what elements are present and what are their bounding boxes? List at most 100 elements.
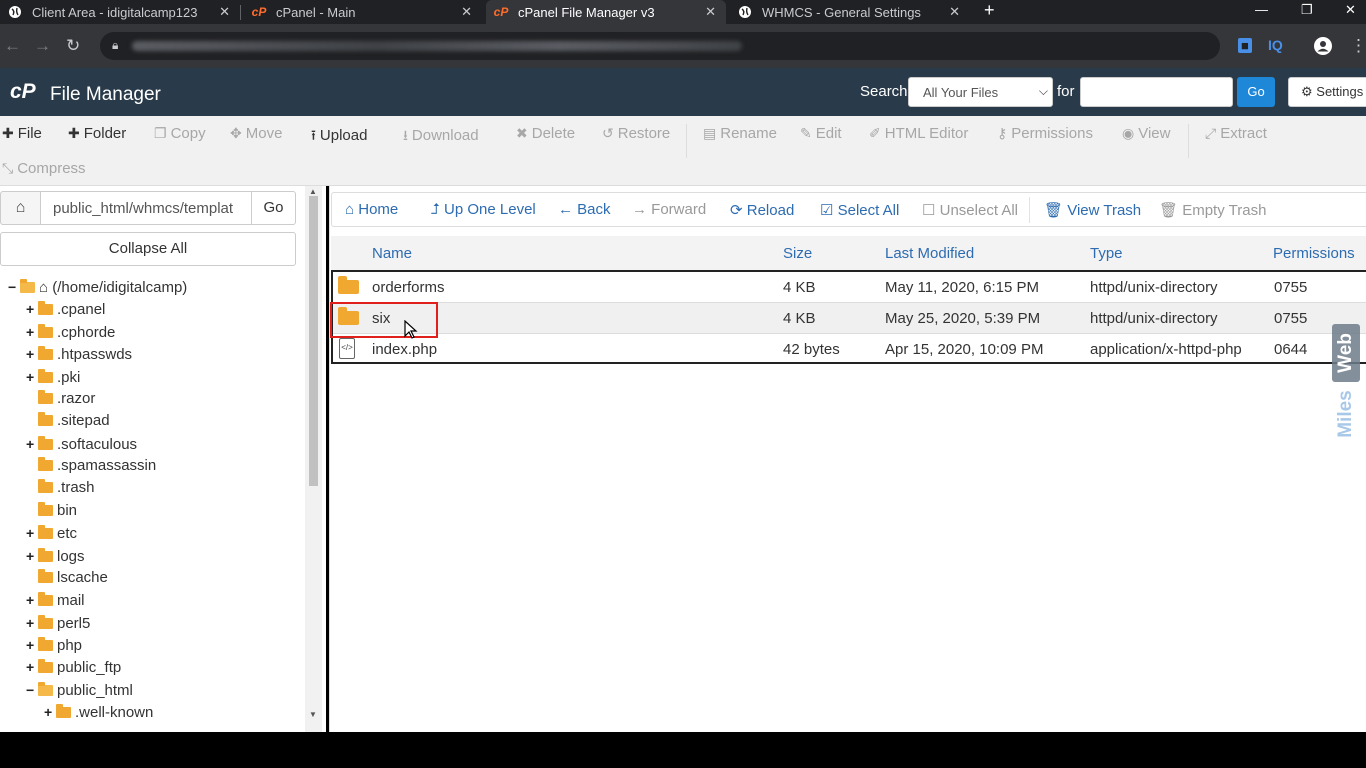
- search-go-button[interactable]: Go: [1237, 77, 1275, 107]
- expand-icon[interactable]: +: [26, 344, 38, 364]
- forward-arrow-icon[interactable]: →: [34, 36, 51, 56]
- close-icon[interactable]: ✕: [949, 4, 960, 20]
- tree-item-sitepad[interactable]: .sitepad: [26, 411, 110, 431]
- collapse-icon[interactable]: −: [8, 277, 20, 297]
- view-trash-button[interactable]: 🗑︎ View Trash: [1044, 201, 1141, 219]
- expand-icon[interactable]: +: [26, 322, 38, 342]
- tree-item-public-ftp[interactable]: + public_ftp: [26, 657, 121, 677]
- compress-button[interactable]: ⤡ Compress: [2, 160, 86, 177]
- tree-item-php[interactable]: + php: [26, 635, 82, 655]
- scroll-thumb[interactable]: [309, 196, 318, 486]
- tree-item-razor[interactable]: .razor: [26, 389, 95, 409]
- expand-icon[interactable]: +: [26, 635, 38, 655]
- address-bar[interactable]: 🔒︎: [100, 32, 1220, 60]
- permissions-button[interactable]: ⚷ Permissions: [997, 125, 1093, 142]
- path-input[interactable]: public_html/whmcs/templat: [40, 191, 252, 225]
- expand-icon[interactable]: +: [26, 299, 38, 319]
- upload-button[interactable]: ⭱ Upload: [311, 125, 367, 149]
- close-icon[interactable]: ✕: [705, 4, 716, 20]
- column-header-type[interactable]: Type: [1090, 245, 1123, 262]
- edit-button[interactable]: ✎ Edit: [800, 125, 842, 142]
- select-all-button[interactable]: ☑ Select All: [820, 201, 899, 219]
- browser-tab-file-manager[interactable]: cP cPanel File Manager v3 ✕: [486, 0, 726, 24]
- table-row[interactable]: six 4 KB May 25, 2020, 5:39 PM httpd/uni…: [333, 303, 1366, 334]
- new-file-button[interactable]: ✚ File: [2, 125, 42, 142]
- new-folder-button[interactable]: ✚ Folder: [68, 125, 126, 142]
- tree-item-lscache[interactable]: lscache: [26, 568, 108, 588]
- tree-item-public-html[interactable]: − public_html: [26, 680, 133, 700]
- tree-item-mail[interactable]: + mail: [26, 590, 85, 610]
- expand-icon[interactable]: +: [26, 613, 38, 633]
- rename-button[interactable]: ▤ Rename: [703, 125, 777, 142]
- tree-item-cpanel[interactable]: + .cpanel: [26, 299, 105, 319]
- tree-item-well-known[interactable]: + .well-known: [44, 702, 153, 722]
- path-go-button[interactable]: Go: [251, 191, 296, 225]
- expand-icon[interactable]: +: [26, 523, 38, 543]
- column-header-last-modified[interactable]: Last Modified: [885, 245, 974, 262]
- column-header-size[interactable]: Size: [783, 245, 812, 262]
- tree-item-perl5[interactable]: + perl5: [26, 613, 90, 633]
- search-scope-select[interactable]: All Your Files ⌵: [908, 77, 1053, 107]
- home-button[interactable]: ⌂ Home: [345, 201, 398, 218]
- settings-button[interactable]: ⚙ Settings: [1288, 77, 1366, 107]
- menu-dots-icon[interactable]: ⋮: [1350, 36, 1366, 56]
- close-icon[interactable]: ✕: [219, 4, 230, 20]
- browser-tab-cpanel-main[interactable]: cP cPanel - Main ✕: [244, 0, 482, 24]
- home-icon[interactable]: ⌂: [0, 191, 41, 225]
- tree-item-htpasswds[interactable]: + .htpasswds: [26, 344, 132, 364]
- expand-icon[interactable]: +: [26, 546, 38, 566]
- back-arrow-icon[interactable]: ←: [4, 36, 21, 56]
- table-row[interactable]: orderforms 4 KB May 11, 2020, 6:15 PM ht…: [333, 272, 1366, 303]
- nav-label: Back: [577, 201, 611, 218]
- expand-icon[interactable]: +: [26, 367, 38, 387]
- delete-button[interactable]: ✖ Delete: [516, 125, 575, 142]
- view-button[interactable]: ◉ View: [1122, 125, 1170, 142]
- file-name[interactable]: orderforms: [372, 279, 445, 296]
- tree-item-bin[interactable]: bin: [26, 501, 77, 521]
- tree-item-trash[interactable]: .trash: [26, 478, 95, 498]
- expand-icon[interactable]: +: [26, 657, 38, 677]
- tree-item-softaculous[interactable]: + .softaculous: [26, 434, 137, 454]
- extract-button[interactable]: ⤢ Extract: [1205, 125, 1267, 142]
- restore-button[interactable]: ↺ Restore: [602, 125, 670, 142]
- table-row[interactable]: </> index.php 42 bytes Apr 15, 2020, 10:…: [333, 334, 1366, 365]
- profile-icon[interactable]: [1313, 36, 1333, 61]
- browser-tab-whmcs[interactable]: WHMCS - General Settings ✕: [730, 0, 970, 24]
- expand-icon[interactable]: +: [26, 434, 38, 454]
- tree-item-home[interactable]: − ⌂ (/home/idigitalcamp): [8, 277, 187, 297]
- extension-icon[interactable]: ■: [1238, 38, 1252, 53]
- empty-trash-button[interactable]: 🗑︎ Empty Trash: [1159, 201, 1266, 219]
- scroll-down-icon[interactable]: ▼: [309, 710, 317, 719]
- new-tab-button[interactable]: +: [984, 0, 995, 21]
- close-window-icon[interactable]: ✕: [1345, 2, 1356, 18]
- scroll-up-icon[interactable]: ▲: [309, 187, 317, 196]
- search-input[interactable]: [1080, 77, 1233, 107]
- copy-button[interactable]: ❐ Copy: [154, 125, 206, 142]
- forward-button[interactable]: → Forward: [632, 201, 706, 218]
- tree-item-spamassassin[interactable]: .spamassassin: [26, 456, 156, 476]
- tree-item-etc[interactable]: + etc: [26, 523, 77, 543]
- browser-tab-client-area[interactable]: Client Area - idigitalcamp123 ✕: [0, 0, 240, 24]
- collapse-icon[interactable]: −: [26, 680, 38, 700]
- back-button[interactable]: ← Back: [558, 201, 611, 218]
- reload-icon[interactable]: ↻: [66, 36, 80, 56]
- restore-window-icon[interactable]: ❐: [1301, 2, 1313, 18]
- collapse-all-button[interactable]: Collapse All: [0, 232, 296, 266]
- reload-button[interactable]: ⟳ Reload: [730, 201, 794, 219]
- move-button[interactable]: ✥ Move: [230, 125, 282, 142]
- download-button[interactable]: ⭳ Download: [403, 125, 479, 149]
- column-header-name[interactable]: Name: [372, 245, 412, 262]
- iq-extension-icon[interactable]: IQ: [1268, 37, 1283, 53]
- minimize-icon[interactable]: —: [1255, 2, 1268, 17]
- tree-scrollbar[interactable]: ▲ ▼: [305, 186, 322, 732]
- up-one-level-button[interactable]: ⮥ Up One Level: [431, 201, 536, 218]
- expand-icon[interactable]: +: [44, 702, 56, 722]
- close-icon[interactable]: ✕: [461, 4, 472, 20]
- tree-item-cphorde[interactable]: + .cphorde: [26, 322, 115, 342]
- column-header-permissions[interactable]: Permissions: [1273, 245, 1355, 262]
- tree-item-logs[interactable]: + logs: [26, 546, 85, 566]
- tree-item-pki[interactable]: + .pki: [26, 367, 80, 387]
- expand-icon[interactable]: +: [26, 590, 38, 610]
- unselect-all-button[interactable]: ☐ Unselect All: [922, 201, 1018, 219]
- html-editor-button[interactable]: ✐ HTML Editor: [869, 125, 968, 142]
